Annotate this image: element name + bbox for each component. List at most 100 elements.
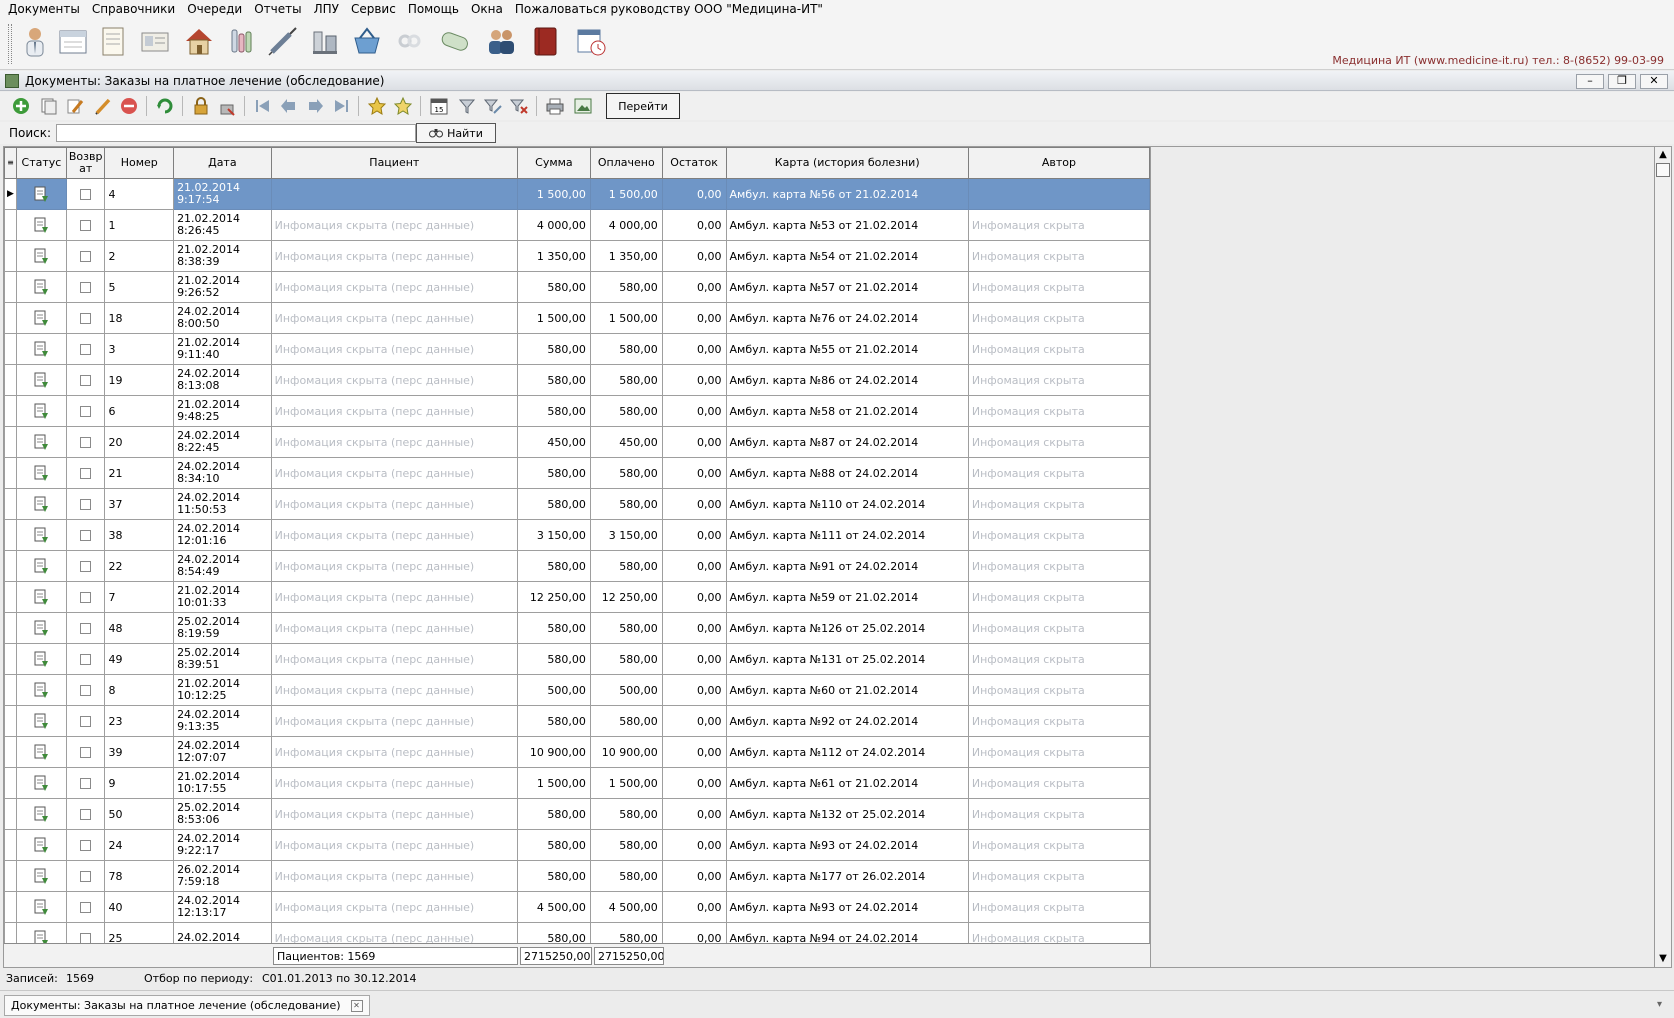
row-indicator[interactable] (4, 674, 17, 706)
table-row[interactable]: 9 21.02.2014 10:17:55 Инфомация скрыта (пер… (4, 767, 1150, 799)
pencil-icon[interactable] (92, 95, 114, 117)
favorite-add-icon[interactable] (366, 95, 388, 117)
returned-checkbox[interactable] (65, 643, 106, 675)
row-indicator[interactable] (4, 302, 17, 334)
first-record-icon[interactable] (252, 95, 274, 117)
menu-item[interactable]: Справочники (86, 2, 181, 16)
table-row[interactable]: 3 21.02.2014 9:11:40 Инфомация скрыта (перс… (4, 333, 1150, 365)
row-indicator[interactable] (4, 767, 17, 799)
column-header-patient[interactable]: Пациент (270, 147, 518, 179)
pill-icon[interactable] (438, 24, 472, 58)
lab-flasks-icon[interactable] (224, 24, 258, 58)
column-header-paid[interactable]: Оплачено (589, 147, 663, 179)
basket-icon[interactable] (350, 24, 384, 58)
returned-checkbox[interactable] (65, 240, 106, 272)
vertical-scrollbar[interactable]: ▲ ▼ (1654, 146, 1672, 968)
menu-item[interactable]: Окна (465, 2, 509, 16)
row-indicator[interactable] (4, 891, 17, 923)
find-button[interactable]: Найти (416, 123, 496, 143)
tab-close-icon[interactable]: ✕ (350, 999, 363, 1012)
row-indicator[interactable] (4, 550, 17, 582)
export-image-icon[interactable] (572, 95, 594, 117)
search-input[interactable] (56, 124, 416, 142)
column-header-number[interactable]: Номер (104, 147, 175, 179)
returned-checkbox[interactable] (65, 891, 106, 923)
calendar-icon[interactable] (56, 24, 90, 58)
row-indicator[interactable] (4, 488, 17, 520)
returned-checkbox[interactable] (65, 581, 106, 613)
table-row[interactable]: 19 24.02.2014 8:13:08 Инфомация скрыта (пер… (4, 364, 1150, 396)
row-indicator[interactable] (4, 612, 17, 644)
menu-item[interactable]: Сервис (345, 2, 402, 16)
delete-icon[interactable] (118, 95, 140, 117)
table-row[interactable]: 40 24.02.2014 12:13:17 Инфомация скрыта (пе… (4, 891, 1150, 923)
menu-item[interactable]: Помощь (402, 2, 465, 16)
row-indicator[interactable] (4, 860, 17, 892)
restore-button[interactable]: ❐ (1608, 74, 1636, 89)
returned-checkbox[interactable] (65, 457, 106, 489)
table-row[interactable]: 23 24.02.2014 9:13:35 Инфомация скрыта (пер… (4, 705, 1150, 737)
row-indicator[interactable] (4, 426, 17, 458)
table-row[interactable]: 38 24.02.2014 12:01:16 Инфомация скрыта (пе… (4, 519, 1150, 551)
row-indicator[interactable] (4, 395, 17, 427)
row-indicator[interactable] (4, 736, 17, 768)
returned-checkbox[interactable] (65, 798, 106, 830)
minimize-button[interactable]: – (1576, 74, 1604, 89)
table-row[interactable]: 48 25.02.2014 8:19:59 Инфомация скрыта (пер… (4, 612, 1150, 644)
table-row[interactable]: 21 24.02.2014 8:34:10 Инфомация скрыта (пер… (4, 457, 1150, 489)
menu-item[interactable]: Отчеты (248, 2, 307, 16)
returned-checkbox[interactable] (65, 333, 106, 365)
row-indicator[interactable] (4, 333, 17, 365)
table-row[interactable]: 7 21.02.2014 10:01:33 Инфомация скрыта (пер… (4, 581, 1150, 613)
menu-item[interactable]: Пожаловаться руководству ООО "Медицина-И… (509, 2, 829, 16)
link-icon[interactable] (392, 24, 426, 58)
table-row[interactable]: 20 24.02.2014 8:22:45 Инфомация скрыта (пер… (4, 426, 1150, 458)
table-row[interactable]: 6 21.02.2014 9:48:25 Инфомация скрыта (перс… (4, 395, 1150, 427)
row-indicator[interactable] (4, 581, 17, 613)
toolbar-grip[interactable] (8, 24, 12, 64)
table-row[interactable]: 8 21.02.2014 10:12:25 Инфомация скрыта (пер… (4, 674, 1150, 706)
unlock-icon[interactable] (216, 95, 238, 117)
returned-checkbox[interactable] (65, 364, 106, 396)
returned-checkbox[interactable] (65, 178, 106, 210)
schedule-clock-icon[interactable] (574, 24, 608, 58)
returned-checkbox[interactable] (65, 550, 106, 582)
table-row[interactable]: 22 24.02.2014 8:54:49 Инфомация скрыта (пер… (4, 550, 1150, 582)
returned-checkbox[interactable] (65, 395, 106, 427)
row-indicator[interactable] (4, 364, 17, 396)
returned-checkbox[interactable] (65, 271, 106, 303)
next-record-icon[interactable] (304, 95, 326, 117)
table-row[interactable]: ▶ 4 21.02.2014 9:17:54 1 500,00 1 500,00 0,00 А… (4, 178, 1150, 210)
print-icon[interactable] (544, 95, 566, 117)
scroll-down-icon[interactable]: ▼ (1655, 951, 1671, 967)
table-row[interactable]: 50 25.02.2014 8:53:06 Инфомация скрыта (пер… (4, 798, 1150, 830)
doctor-icon[interactable] (18, 24, 52, 58)
row-indicator[interactable] (4, 798, 17, 830)
favorites-icon[interactable] (392, 95, 414, 117)
medical-record-icon[interactable] (96, 24, 130, 58)
column-header-returned[interactable]: Возвр ат (65, 147, 106, 179)
row-indicator[interactable] (4, 519, 17, 551)
returned-checkbox[interactable] (65, 519, 106, 551)
table-row[interactable]: 2 21.02.2014 8:38:39 Инфомация скрыта (перс… (4, 240, 1150, 272)
close-button[interactable]: ✕ (1640, 74, 1668, 89)
returned-checkbox[interactable] (65, 829, 106, 861)
column-chooser[interactable]: ≡ (4, 147, 17, 179)
returned-checkbox[interactable] (65, 705, 106, 737)
returned-checkbox[interactable] (65, 860, 106, 892)
column-header-status[interactable]: Статус (15, 147, 67, 179)
users-icon[interactable] (484, 24, 518, 58)
returned-checkbox[interactable] (65, 767, 106, 799)
filter-icon[interactable] (456, 95, 478, 117)
menu-item[interactable]: Документы (2, 2, 86, 16)
lock-icon[interactable] (190, 95, 212, 117)
refresh-icon[interactable] (154, 95, 176, 117)
period-calendar-icon[interactable]: 15 (428, 95, 450, 117)
returned-checkbox[interactable] (65, 302, 106, 334)
syringe-icon[interactable] (266, 24, 300, 58)
add-icon[interactable] (10, 95, 32, 117)
home-icon[interactable] (182, 24, 216, 58)
column-header-date[interactable]: Дата (173, 147, 272, 179)
scroll-up-icon[interactable]: ▲ (1655, 147, 1671, 163)
returned-checkbox[interactable] (65, 209, 106, 241)
